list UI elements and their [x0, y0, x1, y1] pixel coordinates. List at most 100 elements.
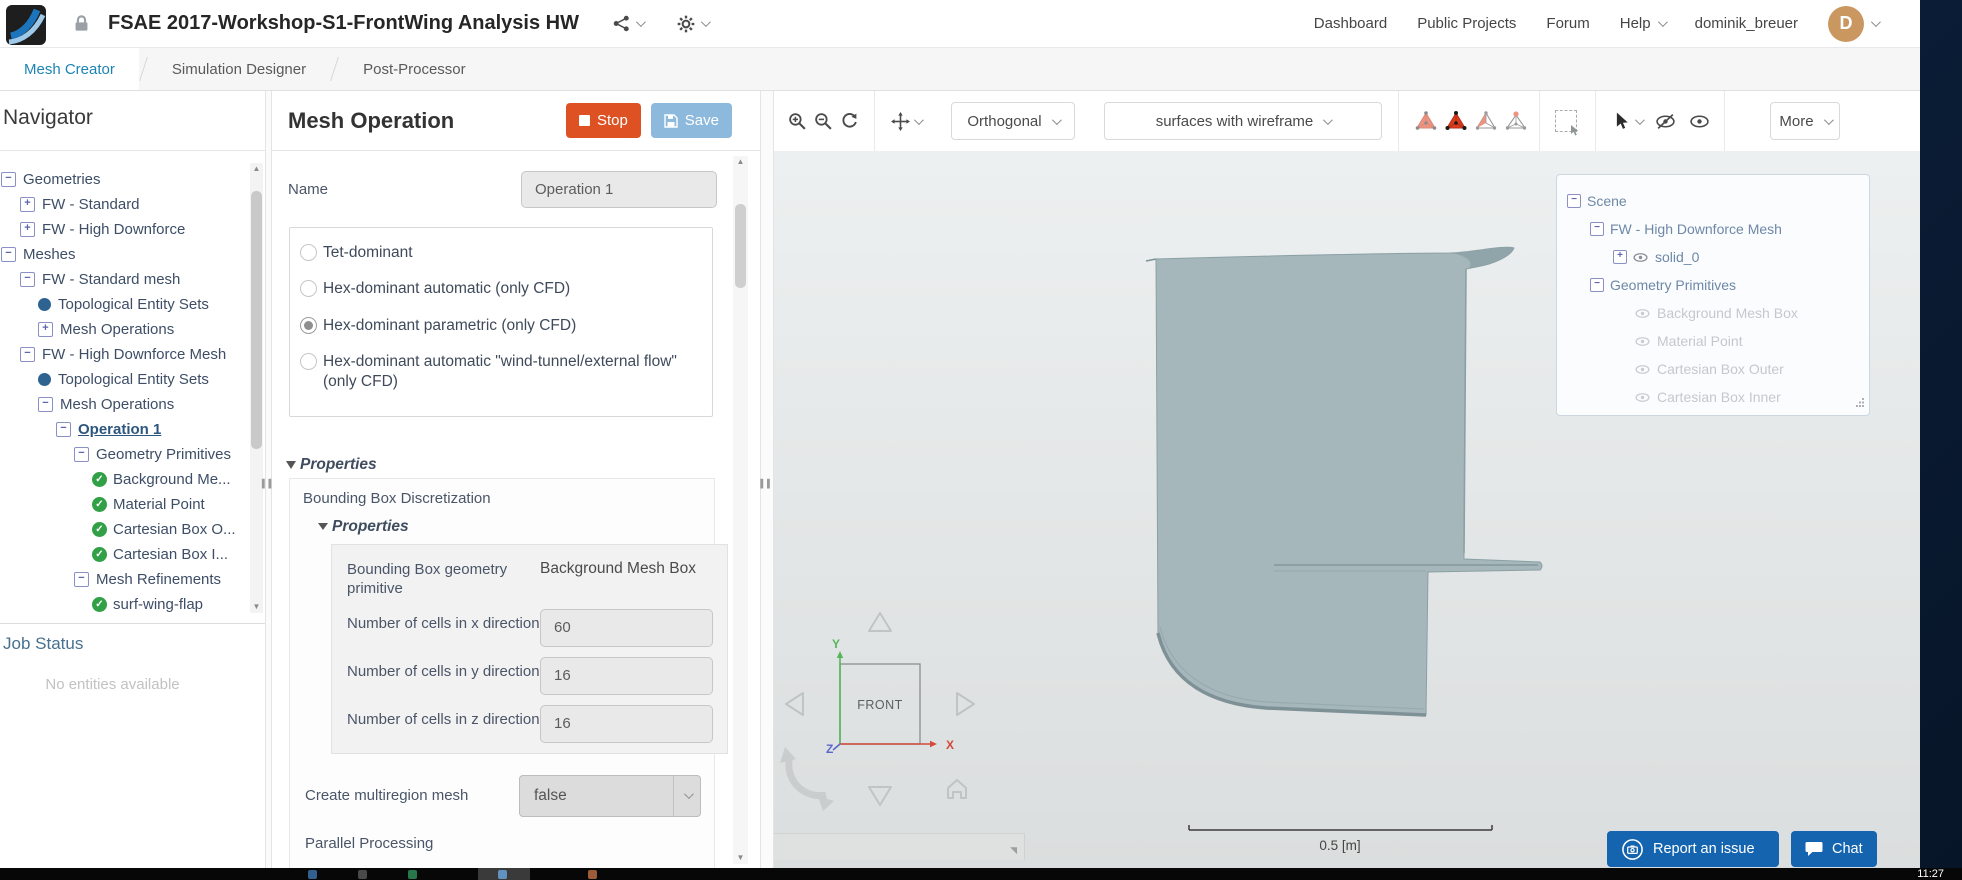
viewport-canvas[interactable]: FRONT Y X Z 0.5 [m] − Scene − FW - High …	[774, 151, 1920, 868]
projection-dropdown[interactable]: Orthogonal	[951, 102, 1075, 140]
pan-tool-button[interactable]	[887, 101, 925, 141]
tree-item-cartesian-box-outer[interactable]: ✓ Cartesian Box O...	[0, 517, 265, 542]
radio-icon[interactable]	[300, 353, 317, 371]
collapse-icon[interactable]: −	[20, 272, 35, 287]
scene-item-material-point[interactable]: Material Point	[1557, 327, 1869, 355]
zoom-in-button[interactable]	[784, 101, 810, 141]
simscale-logo[interactable]	[6, 5, 46, 45]
tree-item-fw-high-downforce[interactable]: + FW - High Downforce	[0, 217, 265, 242]
cells-x-input[interactable]: 60	[540, 608, 713, 647]
chat-button[interactable]: Chat	[1791, 831, 1877, 867]
scroll-up-icon[interactable]: ▲	[250, 163, 263, 175]
tree-item-topological-entity-sets[interactable]: Topological Entity Sets	[0, 367, 265, 392]
radio-hex-parametric[interactable]: Hex-dominant parametric (only CFD)	[300, 316, 700, 335]
nav-forum[interactable]: Forum	[1546, 15, 1589, 32]
collapse-icon[interactable]: −	[1567, 194, 1581, 208]
user-menu[interactable]: D	[1828, 5, 1881, 42]
collapse-icon[interactable]: −	[1590, 222, 1604, 236]
panel-splitter[interactable]: ▌▌	[760, 91, 774, 868]
tree-item-surf-wing-flap[interactable]: ✓ surf-wing-flap	[0, 592, 265, 617]
scene-item-solid-0[interactable]: + solid_0	[1557, 243, 1869, 271]
radio-hex-windtunnel[interactable]: Hex-dominant automatic "wind-tunnel/exte…	[300, 352, 700, 391]
tree-item-mesh-refinements[interactable]: − Mesh Refinements	[0, 567, 265, 592]
tree-item-fw-standard[interactable]: + FW - Standard	[0, 192, 265, 217]
sub-properties-header[interactable]: Properties	[318, 518, 714, 536]
show-all-button[interactable]	[1686, 101, 1712, 141]
save-button[interactable]: Save	[650, 103, 732, 138]
tree-item-topological-entity-sets[interactable]: Topological Entity Sets	[0, 292, 265, 317]
mesh-panel-scrollbar[interactable]: ▲ ▼	[733, 156, 748, 864]
cells-z-input[interactable]: 16	[540, 704, 713, 743]
tree-item-meshes[interactable]: − Meshes	[0, 242, 265, 267]
share-button[interactable]	[613, 15, 646, 32]
tree-item-operation-1[interactable]: − Operation 1	[0, 417, 265, 442]
expand-icon[interactable]: +	[38, 322, 53, 337]
nav-help[interactable]: Help	[1620, 15, 1668, 32]
tree-item-cartesian-box-inner[interactable]: ✓ Cartesian Box I...	[0, 542, 265, 567]
nav-dashboard[interactable]: Dashboard	[1314, 15, 1387, 32]
scroll-up-icon[interactable]: ▲	[733, 156, 748, 168]
scene-item-cartesian-box-outer[interactable]: Cartesian Box Outer	[1557, 355, 1869, 383]
properties-header[interactable]: Properties	[286, 456, 377, 474]
stop-button[interactable]: Stop	[565, 103, 641, 138]
scene-item-scene[interactable]: − Scene	[1557, 187, 1869, 215]
scrollbar-thumb[interactable]	[251, 191, 262, 449]
radio-icon[interactable]	[300, 280, 317, 298]
tree-item-geometries[interactable]: − Geometries	[0, 167, 265, 192]
panel-splitter[interactable]: ▌▌	[262, 91, 274, 868]
scrollbar-thumb[interactable]	[735, 204, 746, 288]
tree-item-material-point[interactable]: ✓ Material Point	[0, 492, 265, 517]
tab-simulation-designer[interactable]: Simulation Designer	[148, 48, 330, 90]
render-mode-dropdown[interactable]: surfaces with wireframe	[1104, 102, 1382, 140]
visibility-eye-icon[interactable]	[1635, 308, 1650, 319]
zoom-out-button[interactable]	[810, 101, 836, 141]
report-issue-button[interactable]: Report an issue	[1607, 831, 1779, 867]
collapse-icon[interactable]: −	[38, 397, 53, 412]
refresh-view-button[interactable]	[836, 101, 862, 141]
expand-icon[interactable]: +	[20, 222, 35, 237]
tree-item-mesh-operations[interactable]: + Mesh Operations	[0, 317, 265, 342]
tree-item-fw-standard-mesh[interactable]: − FW - Standard mesh	[0, 267, 265, 292]
tree-item-fw-high-downforce-mesh[interactable]: − FW - High Downforce Mesh	[0, 342, 265, 367]
taskbar-app-icon[interactable]	[498, 870, 507, 879]
collapse-icon[interactable]: −	[1, 247, 16, 262]
marquee-select-button[interactable]	[1551, 101, 1581, 141]
tab-mesh-creator[interactable]: Mesh Creator	[0, 48, 139, 90]
collapse-icon[interactable]: −	[20, 347, 35, 362]
taskbar-app-icon[interactable]	[408, 870, 417, 879]
taskbar-app-icon[interactable]	[308, 870, 317, 879]
radio-hex-automatic[interactable]: Hex-dominant automatic (only CFD)	[300, 279, 700, 298]
scroll-down-icon[interactable]: ▼	[733, 852, 748, 864]
cursor-tool-button[interactable]	[1610, 101, 1646, 141]
collapse-icon[interactable]: −	[1590, 278, 1604, 292]
scene-item-cartesian-box-inner[interactable]: Cartesian Box Inner	[1557, 383, 1869, 411]
visibility-eye-icon[interactable]	[1633, 252, 1648, 263]
select-dropdown-area[interactable]	[673, 775, 700, 816]
radio-icon[interactable]	[300, 244, 317, 261]
cells-y-input[interactable]: 16	[540, 656, 713, 695]
settings-button[interactable]	[677, 15, 711, 33]
select-node-button[interactable]	[1501, 101, 1531, 141]
radio-tet-dominant[interactable]: Tet-dominant	[300, 243, 700, 262]
collapsed-panel-bar[interactable]: ◥	[774, 833, 1025, 860]
more-dropdown[interactable]: More	[1770, 102, 1840, 140]
collapse-icon[interactable]: −	[1, 172, 16, 187]
expand-icon[interactable]: +	[1613, 250, 1627, 264]
visibility-eye-icon[interactable]	[1635, 392, 1650, 403]
multiregion-select[interactable]: false	[519, 774, 701, 817]
avatar[interactable]: D	[1828, 5, 1864, 42]
os-taskbar[interactable]: 11:27	[0, 868, 1962, 880]
taskbar-app-icon[interactable]	[588, 870, 597, 879]
scene-item-fw-high-downforce-mesh[interactable]: − FW - High Downforce Mesh	[1557, 215, 1869, 243]
scene-item-geometry-primitives[interactable]: − Geometry Primitives	[1557, 271, 1869, 299]
tree-item-background-mesh-box[interactable]: ✓ Background Me...	[0, 467, 265, 492]
tree-item-geometry-primitives[interactable]: − Geometry Primitives	[0, 442, 265, 467]
select-face-button[interactable]	[1471, 101, 1501, 141]
hide-selection-button[interactable]	[1652, 101, 1678, 141]
scene-item-background-mesh-box[interactable]: Background Mesh Box	[1557, 299, 1869, 327]
radio-selected-icon[interactable]	[300, 316, 317, 334]
visibility-eye-icon[interactable]	[1635, 364, 1650, 375]
tab-post-processor[interactable]: Post-Processor	[339, 48, 490, 90]
username[interactable]: dominik_breuer	[1695, 15, 1798, 32]
collapse-icon[interactable]: −	[74, 572, 89, 587]
